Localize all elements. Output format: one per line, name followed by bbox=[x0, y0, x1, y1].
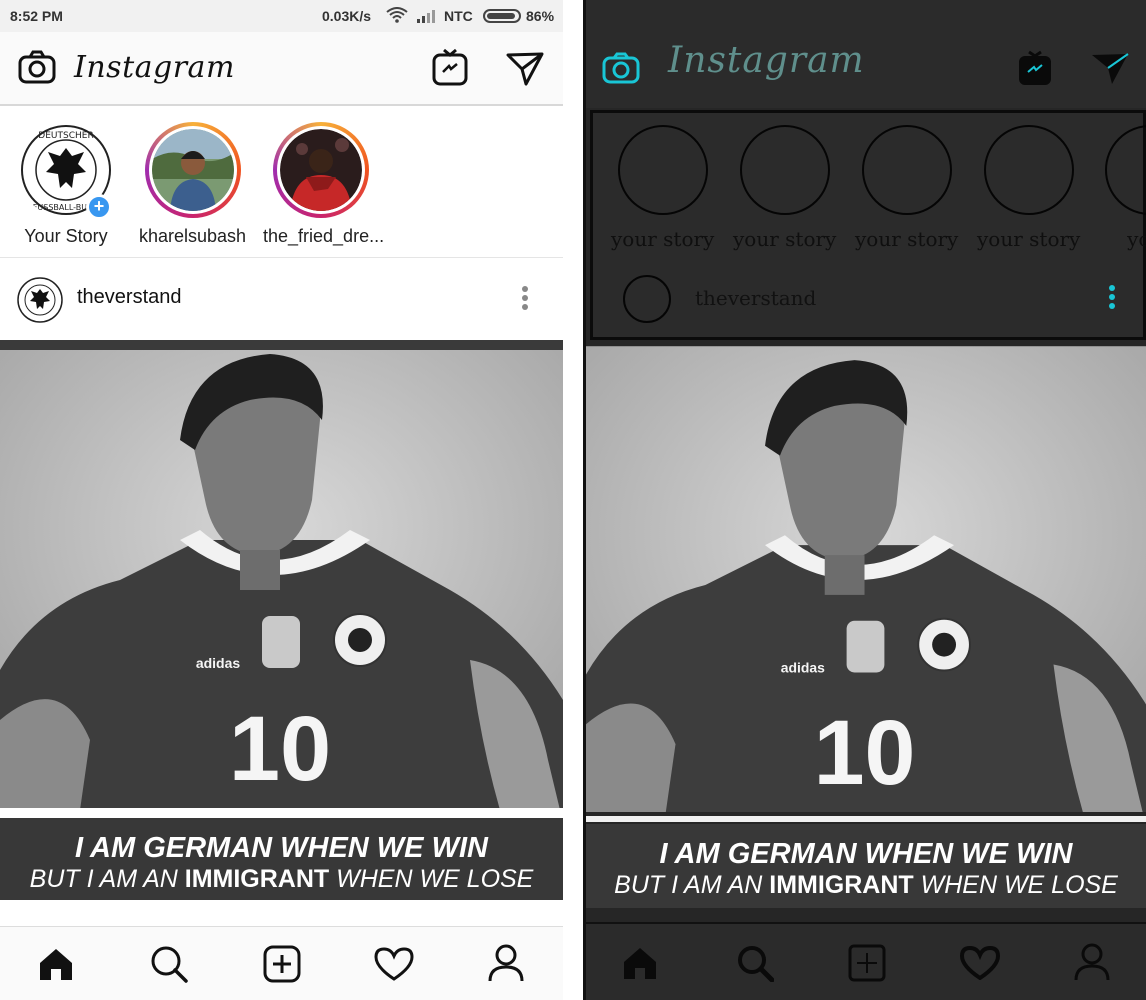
story-label: Your Story bbox=[24, 226, 108, 246]
caption-line-2: BUT I AM AN IMMIGRANT WHEN WE LOSE bbox=[0, 865, 563, 894]
jersey-brand: adidas bbox=[781, 659, 825, 675]
story-label: kharelsubash bbox=[139, 226, 247, 246]
signal-icon bbox=[417, 10, 435, 23]
dfb-logo-icon[interactable] bbox=[16, 276, 64, 324]
player-photo: 10 adidas bbox=[0, 340, 563, 808]
story-circle bbox=[617, 125, 708, 215]
status-time: 8:52 PM bbox=[10, 8, 63, 24]
paper-plane-icon[interactable] bbox=[506, 52, 544, 86]
svg-text:DEUTSCHER: DEUTSCHER bbox=[38, 131, 93, 141]
avatar bbox=[280, 129, 362, 211]
search-icon[interactable] bbox=[150, 945, 188, 983]
tv-icon[interactable] bbox=[1018, 50, 1052, 86]
home-icon[interactable] bbox=[38, 947, 74, 981]
story-label: your story bbox=[611, 227, 715, 251]
story-label: your story bbox=[855, 227, 959, 251]
story-item[interactable]: your story bbox=[611, 125, 714, 251]
profile-icon[interactable] bbox=[488, 943, 524, 983]
tv-icon[interactable] bbox=[432, 48, 468, 86]
caption-line-1: I AM GERMAN WHEN WE WIN bbox=[659, 838, 1073, 870]
story-your-story[interactable]: DEUTSCHER FUSSBALL-BUND + Your Story bbox=[18, 122, 114, 247]
battery-icon bbox=[483, 9, 521, 23]
story-item[interactable]: your story bbox=[733, 125, 836, 251]
wifi-icon bbox=[386, 7, 408, 23]
post-username[interactable]: theverstand bbox=[77, 286, 182, 309]
more-options-icon[interactable] bbox=[1107, 283, 1117, 313]
story-ring-inner bbox=[149, 126, 237, 214]
story-label: your story bbox=[733, 227, 837, 251]
more-options-icon[interactable] bbox=[520, 284, 530, 314]
comparison-stage: 8:52 PM 0.03K/s NTC 86% Instagram DEUTSC… bbox=[0, 0, 1146, 1000]
add-story-icon[interactable]: + bbox=[86, 194, 112, 220]
status-speed: 0.03K/s bbox=[322, 8, 372, 24]
status-bar: 8:52 PM 0.03K/s NTC 86% bbox=[0, 0, 563, 32]
instagram-logo: Instagram bbox=[668, 40, 865, 81]
story-label: your bbox=[1127, 227, 1146, 251]
dark-bottom-nav bbox=[586, 922, 1146, 1000]
caption-line-1: I AM GERMAN WHEN WE WIN bbox=[75, 832, 488, 864]
story-ring bbox=[145, 122, 241, 218]
story-ring bbox=[273, 122, 369, 218]
add-icon[interactable] bbox=[263, 945, 301, 983]
story-item[interactable]: your story bbox=[855, 125, 958, 251]
caption-line-2a: BUT I AM AN bbox=[614, 871, 770, 899]
stories-tray: DEUTSCHER FUSSBALL-BUND + Your Story kha… bbox=[0, 108, 563, 258]
story-circle bbox=[861, 125, 952, 215]
caption-line-2a: BUT I AM AN bbox=[29, 865, 185, 893]
caption-line-2b: IMMIGRANT bbox=[769, 871, 914, 899]
profile-icon[interactable] bbox=[1074, 942, 1110, 982]
caption-line-2c: WHEN WE LOSE bbox=[329, 865, 534, 893]
story-circle bbox=[739, 125, 830, 215]
caption-line-2c: WHEN WE LOSE bbox=[913, 871, 1118, 899]
camera-icon[interactable] bbox=[18, 50, 56, 84]
story-ring-inner bbox=[277, 126, 365, 214]
dark-app-header: Instagram bbox=[586, 0, 1146, 108]
search-icon[interactable] bbox=[736, 944, 774, 982]
status-carrier: NTC bbox=[444, 8, 473, 24]
home-icon[interactable] bbox=[622, 946, 658, 980]
story-label: the_fried_dre... bbox=[263, 226, 385, 246]
dark-stories-panel: your story your story your story your st… bbox=[590, 110, 1146, 340]
instagram-logo: Instagram bbox=[74, 50, 235, 85]
story-item[interactable]: your bbox=[1105, 125, 1146, 251]
add-icon[interactable] bbox=[848, 944, 886, 982]
divider bbox=[586, 816, 1146, 822]
status-battery-percent: 86% bbox=[526, 8, 555, 24]
camera-icon[interactable] bbox=[602, 52, 640, 84]
post-image[interactable]: 10 adidas bbox=[586, 346, 1146, 812]
heart-icon[interactable] bbox=[960, 946, 1000, 980]
post-caption-banner: I AM GERMAN WHEN WE WIN BUT I AM AN IMMI… bbox=[0, 818, 563, 900]
story-the-fried-dre[interactable]: the_fried_dre... bbox=[263, 122, 384, 247]
paper-plane-icon[interactable] bbox=[1090, 52, 1130, 86]
player-photo: 10 adidas bbox=[586, 346, 1146, 812]
post-caption-banner: I AM GERMAN WHEN WE WIN BUT I AM AN IMMI… bbox=[586, 824, 1146, 908]
story-kharelsubash[interactable]: kharelsubash bbox=[139, 122, 246, 247]
jersey-brand: adidas bbox=[196, 655, 241, 671]
caption-line-2: BUT I AM AN IMMIGRANT WHEN WE LOSE bbox=[586, 871, 1146, 900]
story-label: your story bbox=[977, 227, 1081, 251]
app-header: Instagram bbox=[0, 32, 563, 106]
light-screen: 8:52 PM 0.03K/s NTC 86% Instagram DEUTSC… bbox=[0, 0, 563, 1000]
jersey-number: 10 bbox=[814, 702, 916, 804]
avatar[interactable] bbox=[623, 275, 671, 323]
caption-line-2b: IMMIGRANT bbox=[184, 865, 330, 893]
avatar bbox=[152, 129, 234, 211]
story-circle bbox=[983, 125, 1074, 215]
jersey-number: 10 bbox=[229, 698, 331, 800]
post-username[interactable]: theverstand bbox=[695, 286, 816, 310]
heart-icon[interactable] bbox=[374, 947, 414, 981]
bottom-nav bbox=[0, 926, 563, 1000]
story-item[interactable]: your story bbox=[977, 125, 1080, 251]
post-image[interactable]: 10 adidas bbox=[0, 340, 563, 808]
dark-screen: Instagram your story your story your sto… bbox=[583, 0, 1146, 1000]
story-circle bbox=[1105, 125, 1146, 215]
post-header: theverstand bbox=[0, 258, 563, 340]
